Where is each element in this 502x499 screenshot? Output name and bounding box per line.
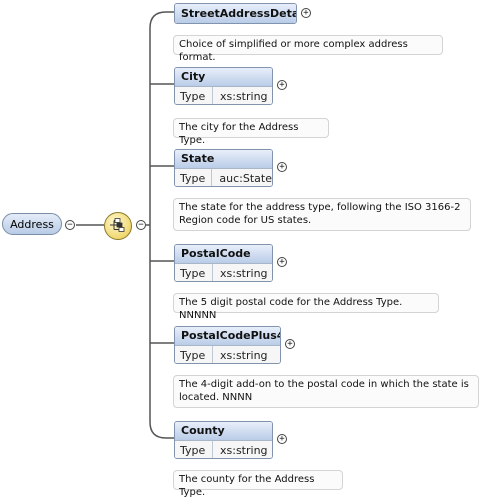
collapse-toggle-compositor[interactable]: −	[136, 220, 146, 230]
element-street-address-detail[interactable]: StreetAddressDetail	[174, 3, 297, 24]
type-key: Type	[175, 264, 213, 281]
doc-city: The city for the Address Type.	[173, 118, 329, 146]
element-name: State	[175, 150, 272, 168]
root-element-label: Address	[10, 217, 54, 231]
element-postal-code-plus4[interactable]: PostalCodePlus4 Type xs:string	[174, 326, 281, 364]
type-key: Type	[175, 169, 213, 186]
element-name: County	[175, 422, 272, 440]
element-type-row: Type xs:string	[175, 86, 272, 104]
collapse-toggle-root[interactable]: −	[65, 220, 75, 230]
expand-toggle-street-address-detail[interactable]: +	[301, 8, 311, 18]
type-value: auc:State	[219, 172, 272, 185]
expand-toggle-city[interactable]: +	[277, 80, 287, 90]
choice-compositor-icon	[109, 217, 127, 236]
element-city[interactable]: City Type xs:string	[174, 67, 273, 105]
element-state[interactable]: State Type auc:State	[174, 149, 273, 187]
element-name: City	[175, 68, 272, 86]
element-county[interactable]: County Type xs:string	[174, 421, 273, 459]
doc-county: The county for the Address Type.	[173, 470, 343, 498]
choice-compositor[interactable]	[104, 212, 132, 240]
type-key: Type	[175, 441, 213, 458]
element-type-row: Type xs:string	[175, 263, 272, 281]
doc-postal-code: The 5 digit postal code for the Address …	[173, 293, 439, 321]
type-value: xs:string	[220, 267, 268, 280]
type-value: xs:string	[220, 349, 268, 362]
type-value: xs:string	[220, 444, 268, 457]
expand-toggle-state[interactable]: +	[277, 162, 287, 172]
element-type-row: Type xs:string	[175, 345, 280, 363]
type-key: Type	[175, 346, 213, 363]
doc-postal-code-plus4: The 4-digit add-on to the postal code in…	[173, 375, 479, 408]
doc-street-address-detail: Choice of simplified or more complex add…	[173, 35, 443, 63]
element-name: PostalCode	[175, 245, 272, 263]
root-element-address[interactable]: Address	[2, 213, 62, 235]
expand-toggle-county[interactable]: +	[277, 434, 287, 444]
type-key: Type	[175, 87, 213, 104]
expand-toggle-postal-code[interactable]: +	[277, 257, 287, 267]
element-name: PostalCodePlus4	[175, 327, 280, 345]
expand-toggle-postal-code-plus4[interactable]: +	[285, 339, 295, 349]
element-postal-code[interactable]: PostalCode Type xs:string	[174, 244, 273, 282]
type-value: xs:string	[220, 90, 268, 103]
element-type-row: Type auc:State	[175, 168, 272, 186]
doc-state: The state for the address type, followin…	[173, 198, 471, 231]
element-name: StreetAddressDetail	[175, 4, 296, 23]
element-type-row: Type xs:string	[175, 440, 272, 458]
